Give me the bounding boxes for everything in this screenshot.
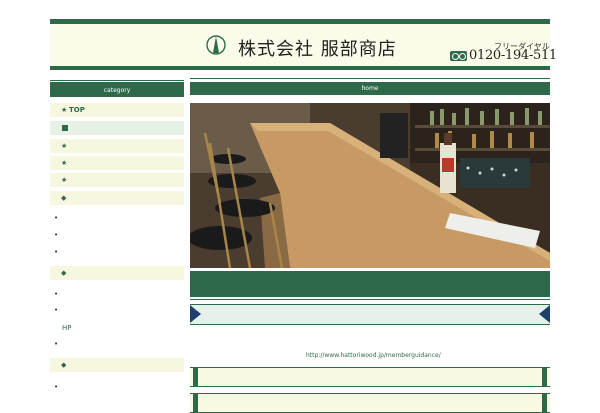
main-heading-label: home	[361, 85, 379, 92]
sidebar-item-top[interactable]: ★ TOP	[50, 103, 184, 117]
sidebar-item-4[interactable]: ★	[50, 156, 184, 170]
main-heading: home	[190, 78, 550, 95]
sidebar-item-3[interactable]: ★	[50, 139, 184, 153]
bullet-icon[interactable]: •	[54, 383, 58, 391]
square-icon	[62, 125, 68, 131]
company-logo-icon[interactable]	[206, 34, 226, 56]
content-box	[190, 393, 550, 413]
star-icon: ★	[61, 159, 68, 167]
bar-counter-photo	[190, 103, 550, 268]
sidebar-item-8[interactable]: ◆	[50, 358, 184, 372]
sidebar-heading: category	[50, 80, 184, 97]
member-guidance-link[interactable]: http://www.hattoriwood.jp/memberguidance…	[306, 352, 441, 359]
section-title-bar	[190, 271, 550, 300]
bullet-icon[interactable]: •	[54, 340, 58, 348]
arrow-left-icon	[539, 305, 550, 323]
star-icon: ★	[61, 142, 68, 150]
header-bottom-rule	[50, 66, 550, 70]
bullet-icon[interactable]: •	[54, 248, 58, 256]
sidebar-item-2[interactable]	[50, 121, 184, 135]
star-icon: ★	[61, 176, 68, 184]
bullet-icon[interactable]: •	[54, 290, 58, 298]
free-dial-icon	[450, 51, 467, 61]
sidebar-item-label: TOP	[69, 106, 85, 114]
bullet-icon[interactable]: •	[54, 306, 58, 314]
diamond-icon: ◆	[61, 269, 67, 277]
bullet-icon[interactable]: •	[54, 214, 58, 222]
free-dial-number[interactable]: 0120-194-511	[469, 48, 557, 63]
section-subtitle-bar	[190, 304, 550, 325]
sidebar-item-7[interactable]: ◆	[50, 266, 184, 280]
bullet-icon[interactable]: •	[54, 231, 58, 239]
company-name[interactable]: 株式会社 服部商店	[238, 35, 397, 61]
sidebar-heading-label: category	[103, 87, 131, 94]
sidebar-item-6[interactable]: ◆	[50, 191, 184, 205]
diamond-icon: ◆	[61, 361, 67, 369]
hp-link[interactable]: HP	[62, 324, 72, 332]
content-box	[190, 367, 550, 387]
diamond-icon: ◆	[61, 194, 67, 202]
sidebar-item-5[interactable]: ★	[50, 173, 184, 187]
star-icon: ★	[61, 106, 68, 114]
arrow-right-icon	[190, 305, 201, 323]
